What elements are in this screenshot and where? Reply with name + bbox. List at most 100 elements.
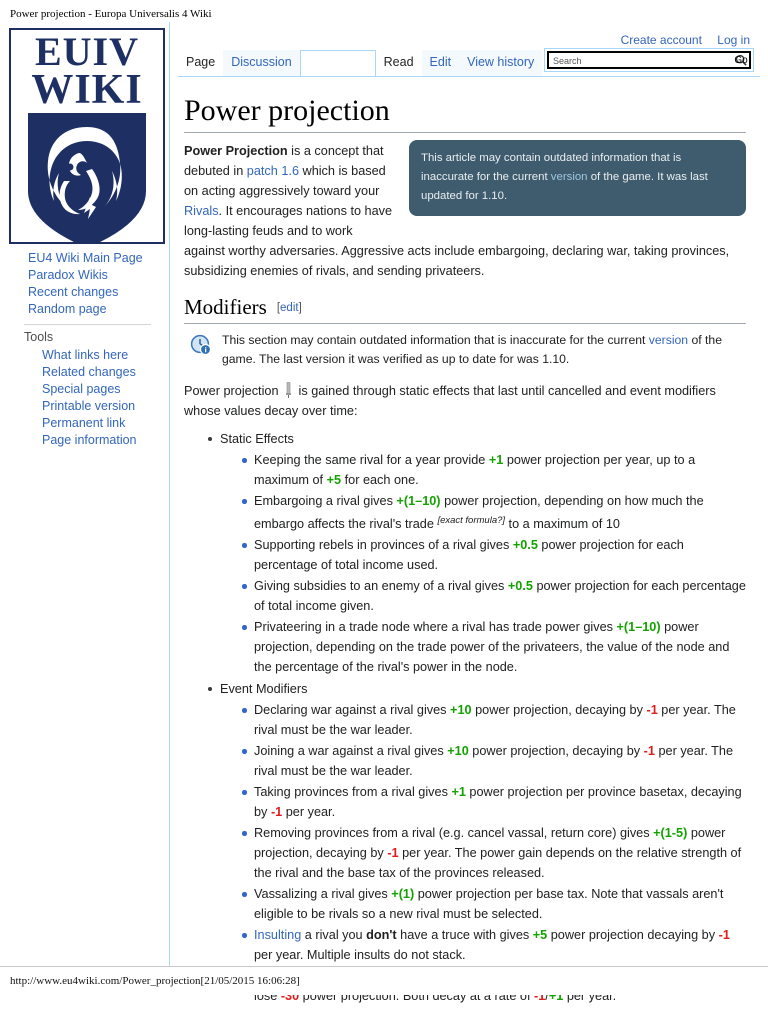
modifier-text: Giving subsidies to an enemy of a rival … (254, 579, 746, 613)
modifier-text: Insulting a rival you don't have a truce… (254, 928, 730, 962)
browser-status-bar: http://www.eu4wiki.com/Power_projection[… (0, 966, 768, 995)
sidebar-link-label[interactable]: Special pages (42, 382, 121, 396)
sidebar-item-recent-changes[interactable]: Recent changes (0, 284, 169, 301)
section-edit-link[interactable]: [edit] (277, 302, 302, 314)
tab-discussion[interactable]: Discussion (223, 50, 300, 76)
section-version-link[interactable]: version (649, 333, 688, 347)
positive-value: +(1–10) (616, 620, 661, 634)
rivals-link[interactable]: Rivals (184, 204, 219, 218)
bracket-close: ] (298, 302, 302, 314)
list-item: Declaring war against a rival gives +10 … (242, 700, 746, 740)
modifiers-list: Static Effects Keeping the same rival fo… (184, 429, 746, 1006)
bullet-icon (242, 933, 247, 938)
sidebar-link-label[interactable]: Page information (42, 433, 137, 447)
negative-value: -1 (643, 744, 655, 758)
inline-text: Privateering in a trade node where a riv… (254, 620, 617, 634)
sidebar-tools-heading: Tools (24, 330, 54, 344)
negative-value: -1 (718, 928, 730, 942)
bullet-icon (242, 584, 247, 589)
tab-edit[interactable]: Edit (421, 50, 460, 76)
bullet-icon (208, 687, 212, 691)
section-outdated-notice: This section may contain outdated inform… (188, 329, 746, 371)
positive-value: +10 (450, 703, 472, 717)
inline-bold: don't (366, 928, 397, 942)
inline-text: Taking provinces from a rival gives (254, 785, 452, 799)
article-content: Power projection This article may contai… (170, 80, 768, 1003)
sidebar-link-label[interactable]: EU4 Wiki Main Page (28, 251, 143, 265)
site-logo[interactable]: EUIV WIKI (9, 28, 165, 244)
positive-value: +(1-5) (653, 826, 688, 840)
outdated-article-notice: This article may contain outdated inform… (409, 140, 746, 216)
sidebar-item-eu4-wiki-main-page[interactable]: EU4 Wiki Main Page (0, 250, 169, 267)
inline-link[interactable]: Insulting (254, 928, 301, 942)
edit-label[interactable]: edit (280, 302, 299, 314)
list-item: Embargoing a rival gives +(1–10) power p… (242, 491, 746, 534)
sidebar-item-random-page[interactable]: Random page (0, 301, 169, 318)
search-go-button[interactable]: Go (731, 51, 751, 71)
list-item: Insulting a rival you don't have a truce… (242, 925, 746, 965)
modifier-text: Declaring war against a rival gives +10 … (254, 703, 736, 737)
modifier-text: Privateering in a trade node where a riv… (254, 620, 729, 674)
inline-text: per year. Multiple insults do not stack. (254, 948, 466, 962)
search-box[interactable]: Search Go (544, 48, 754, 72)
inline-text: have a truce with gives (396, 928, 533, 942)
section-notice-text-1: This section may contain outdated inform… (222, 333, 649, 347)
positive-value: +(1) (391, 887, 415, 901)
inline-text: power projection, decaying by (468, 744, 644, 758)
bullet-icon (242, 749, 247, 754)
inline-text: Removing provinces from a rival (e.g. ca… (254, 826, 654, 840)
sidebar-item-permanent-link[interactable]: Permanent link (0, 415, 169, 432)
sidebar-item-page-information[interactable]: Page information (0, 432, 169, 449)
tab-read[interactable]: Read (375, 50, 422, 76)
log-in-link[interactable]: Log in (717, 33, 750, 47)
patch-link[interactable]: patch 1.6 (247, 164, 299, 178)
search-input[interactable]: Search Go (547, 51, 751, 69)
positive-value: +(1–10) (396, 494, 441, 508)
inline-text: Vassalizing a rival gives (254, 887, 392, 901)
bullet-icon (242, 831, 247, 836)
wiki-page: EUIV WIKI EU4 Wiki Main Page Paradox Wik… (0, 22, 768, 1003)
sidebar-item-printable-version[interactable]: Printable version (0, 398, 169, 415)
tab-view-history[interactable]: View history (459, 50, 543, 76)
sidebar-item-special-pages[interactable]: Special pages (0, 381, 169, 398)
sidebar-link-label[interactable]: What links here (42, 348, 128, 362)
sidebar-link-label[interactable]: Recent changes (28, 285, 118, 299)
group-label-static-effects: Static Effects (220, 432, 294, 446)
modifier-text: Taking provinces from a rival gives +1 p… (254, 785, 742, 819)
static-effects-list: Keeping the same rival for a year provid… (220, 450, 746, 677)
version-link[interactable]: version (551, 171, 588, 183)
sidebar-link-label[interactable]: Related changes (42, 365, 136, 379)
list-item: Joining a war against a rival gives +10 … (242, 741, 746, 781)
bullet-icon (242, 708, 247, 713)
modifier-text: Supporting rebels in provinces of a riva… (254, 538, 684, 572)
modifier-text: Vassalizing a rival gives +(1) power pro… (254, 887, 723, 921)
modifier-text: Joining a war against a rival gives +10 … (254, 744, 733, 778)
sidebar-link-label[interactable]: Printable version (42, 399, 135, 413)
sidebar-item-related-changes[interactable]: Related changes (0, 364, 169, 381)
list-item-group: Static Effects Keeping the same rival fo… (208, 429, 746, 677)
inline-text: Supporting rebels in provinces of a riva… (254, 538, 513, 552)
sidebar-link-label[interactable]: Permanent link (42, 416, 125, 430)
inline-text: Keeping the same rival for a year provid… (254, 453, 489, 467)
sidebar-item-paradox-wikis[interactable]: Paradox Wikis (0, 267, 169, 284)
inline-text: a rival you (301, 928, 367, 942)
list-item: Taking provinces from a rival gives +1 p… (242, 782, 746, 822)
inline-text: for each one. (341, 473, 419, 487)
tab-spacer (299, 50, 376, 76)
inline-text: Giving subsidies to an enemy of a rival … (254, 579, 508, 593)
inline-text: per year. (282, 805, 336, 819)
inline-text: Declaring war against a rival gives (254, 703, 451, 717)
modifier-text: Keeping the same rival for a year provid… (254, 453, 695, 487)
power-projection-icon (286, 382, 292, 398)
tab-page[interactable]: Page (178, 50, 224, 76)
bullet-icon (242, 892, 247, 897)
list-item: Privateering in a trade node where a riv… (242, 617, 746, 677)
clock-info-icon (190, 334, 212, 356)
shield-crest-icon (24, 111, 150, 242)
sidebar-link-label[interactable]: Paradox Wikis (28, 268, 108, 282)
sidebar-item-what-links-here[interactable]: What links here (0, 347, 169, 364)
inline-text: power projection, decaying by (471, 703, 647, 717)
create-account-link[interactable]: Create account (621, 33, 702, 47)
sidebar-link-label[interactable]: Random page (28, 302, 107, 316)
logo-wordmark: EUIV WIKI (11, 32, 163, 111)
